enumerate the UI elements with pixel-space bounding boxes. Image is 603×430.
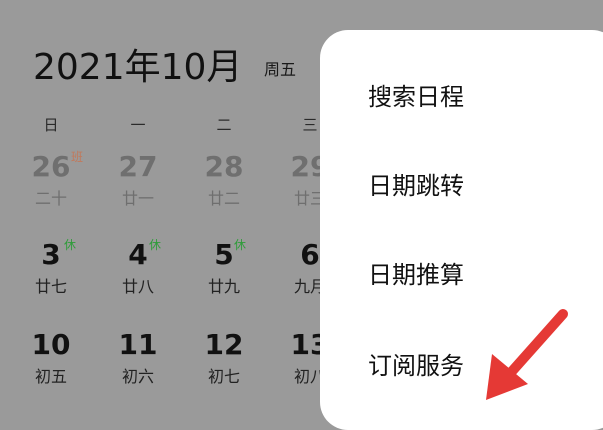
red-arrow-icon: [486, 309, 568, 400]
